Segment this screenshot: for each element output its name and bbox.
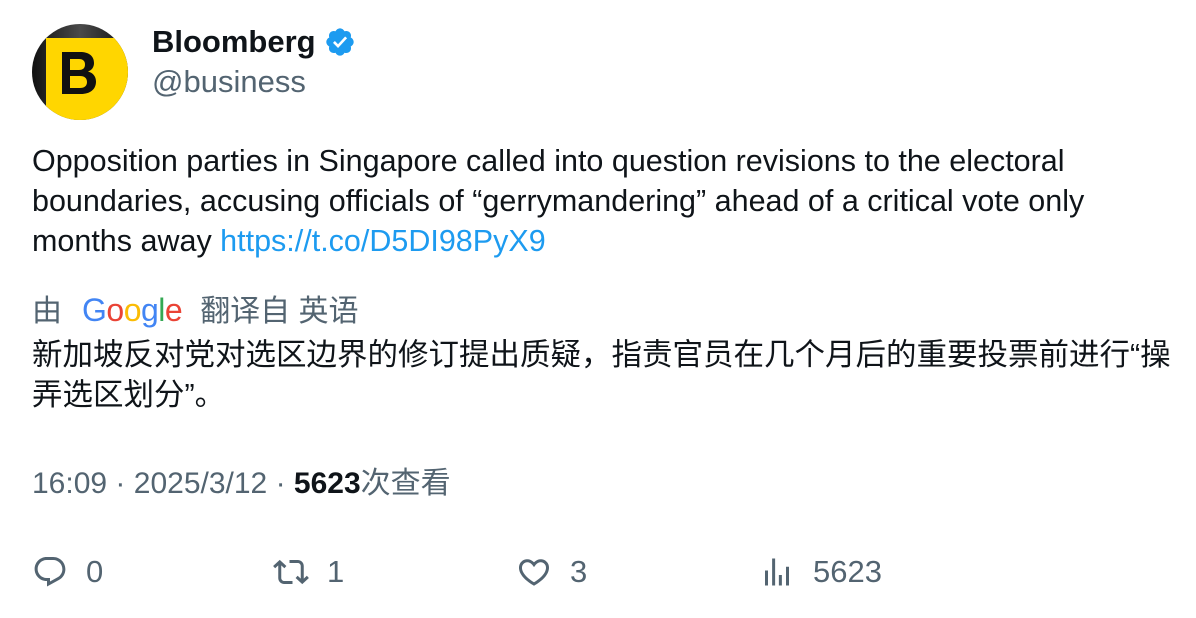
translation-attribution: 由 Google 翻译自 英语: [32, 286, 359, 330]
views-label: 次查看: [360, 467, 451, 500]
meta-separator-2: ·: [275, 467, 286, 500]
verified-badge-icon: [325, 28, 354, 56]
reply-count: 0: [86, 554, 104, 589]
like-button[interactable]: 3: [516, 548, 587, 596]
tweet-card: Bloomberg @business Opposition parties i…: [0, 0, 1196, 618]
author-name[interactable]: Bloomberg: [152, 22, 356, 62]
views-action-count: 5623: [813, 554, 882, 589]
author-name-text: Bloomberg: [152, 24, 316, 59]
views-button[interactable]: 5623: [759, 548, 882, 596]
like-count: 3: [570, 554, 588, 589]
views-count: 5623: [293, 467, 361, 500]
google-logo-icon: Google: [82, 291, 183, 328]
translated-tweet-text: 新加坡反对党对选区边界的修订提出质疑，指责官员在几个月后的重要投票前进行“操弄选…: [32, 338, 1171, 412]
retweet-icon: [273, 559, 309, 585]
tweet-date[interactable]: 2025/3/12: [134, 467, 267, 500]
reply-button[interactable]: 0: [32, 548, 103, 596]
heart-icon: [518, 559, 550, 586]
meta-separator: ·: [115, 467, 126, 500]
tweet-text: Opposition parties in Singapore called i…: [32, 141, 1172, 261]
tweet-link[interactable]: https://t.co/D5DI98PyX9: [220, 224, 546, 258]
views-icon: [765, 558, 789, 586]
bloomberg-logo-icon: [32, 24, 128, 120]
author-handle[interactable]: @business: [152, 62, 306, 102]
translation-prefix: 由: [32, 295, 62, 328]
retweet-count: 1: [327, 554, 345, 589]
action-bar: 0 1 3 5623: [0, 548, 1196, 596]
retweet-button[interactable]: 1: [273, 548, 344, 596]
translated-from-label[interactable]: 翻译自 英语: [200, 286, 358, 330]
reply-icon: [34, 557, 66, 587]
tweet-meta: 16:09 · 2025/3/12 · 5623次查看: [32, 463, 451, 505]
tweet-time[interactable]: 16:09: [32, 467, 107, 500]
avatar[interactable]: [32, 24, 128, 120]
tweet-body: Opposition parties in Singapore called i…: [32, 144, 1085, 258]
